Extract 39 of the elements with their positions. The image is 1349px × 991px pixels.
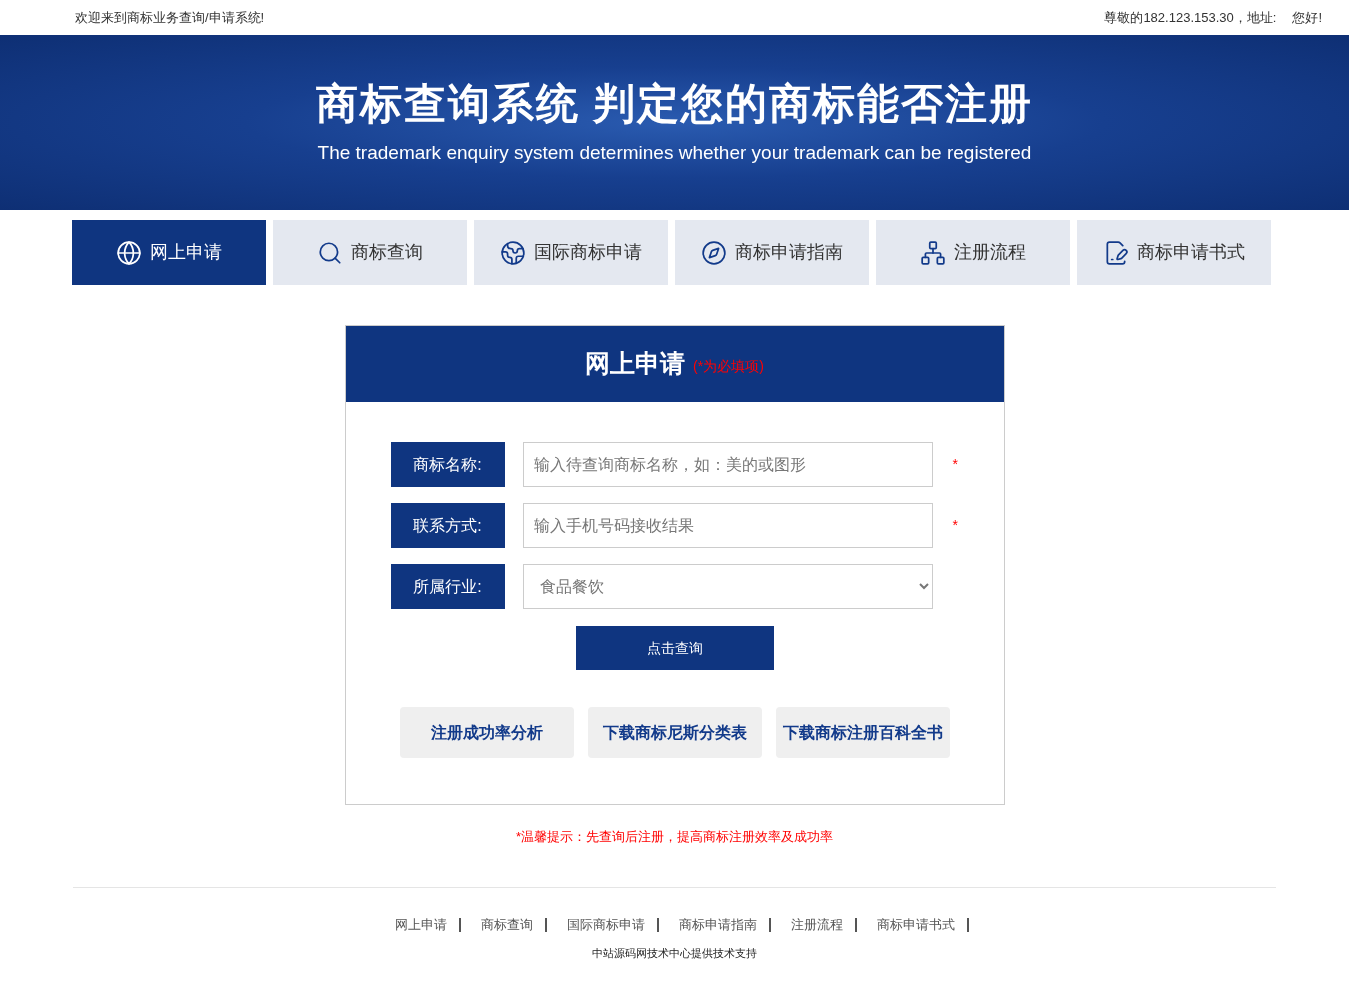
- input-field[interactable]: 输入待查询商标名称，如：美的或图形: [522, 442, 933, 487]
- nav-tab[interactable]: 商标申请书式: [1077, 220, 1271, 285]
- banner-title: 商标查询系统 判定您的商标能否注册: [315, 79, 1034, 129]
- banner-subtitle: The trademark enquiry system determines whether your trademark can be registered: [317, 140, 1032, 165]
- footer-link[interactable]: 商标申请书式: [864, 917, 969, 932]
- credit-text: 中站源码网技术中心提供技术支持: [591, 945, 758, 961]
- input-field[interactable]: 输入手机号码接收结果: [522, 503, 933, 548]
- field-label: 所属行业:: [390, 564, 505, 609]
- welcome-text: 欢迎来到商标业务查询/申请系统!: [75, 8, 265, 27]
- nav-tab[interactable]: 注册流程: [876, 220, 1070, 285]
- nav-tab[interactable]: 商标查询: [273, 220, 467, 285]
- greeting-text: 您好!: [1292, 8, 1322, 27]
- footer-link[interactable]: 注册流程: [778, 917, 857, 932]
- download-button[interactable]: 下载商标注册百科全书: [775, 707, 950, 758]
- tip-text: *温馨提示：先查询后注册，提高商标注册效率及成功率: [514, 828, 835, 846]
- download-button[interactable]: 注册成功率分析: [399, 707, 574, 758]
- required-mark: *: [952, 516, 958, 535]
- footer-link[interactable]: 国际商标申请: [554, 917, 659, 932]
- hierarchy-icon: [920, 239, 946, 266]
- field-label: 联系方式:: [390, 503, 505, 548]
- search-icon: [317, 239, 343, 266]
- visitor-text: 尊敬的182.123.153.30，地址:: [1104, 8, 1277, 27]
- earth-icon: [500, 239, 526, 266]
- nav-tab[interactable]: 国际商标申请: [474, 220, 668, 285]
- industry-select[interactable]: 食品餐饮: [522, 564, 933, 609]
- form-title: 网上申请: [585, 348, 686, 380]
- nav-tab[interactable]: 网上申请: [72, 220, 266, 285]
- footer-link[interactable]: 网上申请: [382, 917, 461, 932]
- compass-icon: [701, 239, 727, 266]
- required-mark: *: [952, 455, 958, 474]
- footer-link[interactable]: 商标查询: [468, 917, 547, 932]
- footer-link[interactable]: 商标申请指南: [666, 917, 771, 932]
- field-label: 商标名称:: [390, 442, 505, 487]
- form-icon: [1103, 239, 1129, 266]
- globe-icon: [116, 239, 142, 266]
- required-note: (*为必填项): [693, 356, 764, 376]
- nav-tab[interactable]: 商标申请指南: [675, 220, 869, 285]
- download-button[interactable]: 下载商标尼斯分类表: [587, 707, 762, 758]
- submit-button[interactable]: 点击查询: [575, 626, 774, 670]
